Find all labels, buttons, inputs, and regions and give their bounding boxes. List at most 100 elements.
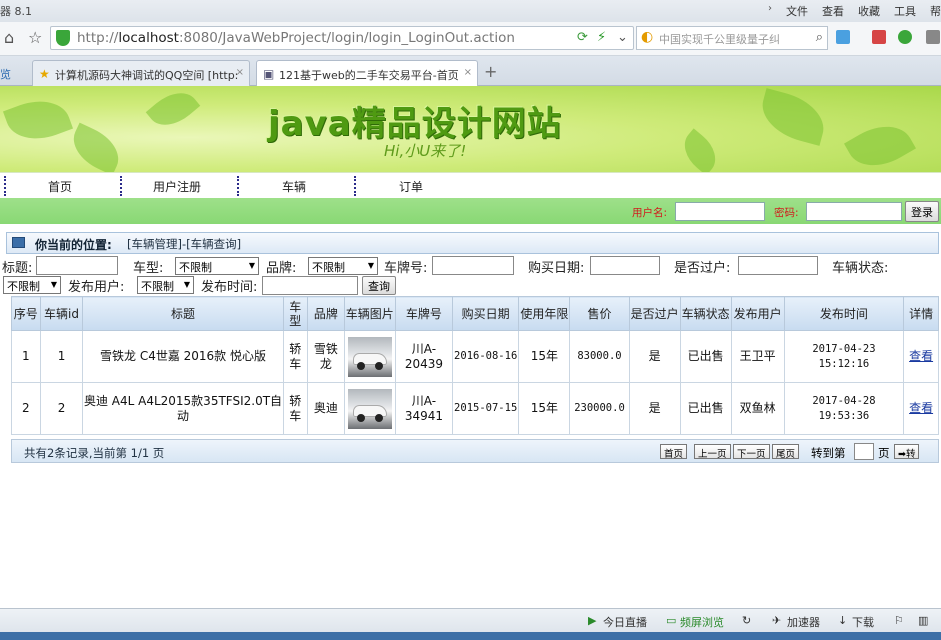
bookmark-icon[interactable]: ⚐ (894, 614, 904, 627)
query-button[interactable]: 查询 (362, 276, 396, 295)
filter-status-select[interactable]: 不限制 ▼ (3, 276, 61, 294)
tab-bar: 览 ★ 计算机源码大神调试的QQ空间 [http: × ▣ 121基于web的二… (0, 56, 941, 86)
accelerator-link[interactable]: 加速器 (787, 614, 820, 630)
screen-icon: ▭ (666, 614, 677, 627)
header-plate: 车牌号 (394, 296, 453, 331)
page-icon: ▣ (263, 67, 275, 81)
cell-type: 轿车 (282, 382, 309, 435)
cell-buy-date: 2015-07-15 (451, 382, 520, 435)
nav-register[interactable]: 用户注册 (153, 178, 201, 195)
filter-brand-select[interactable]: 不限制 ▼ (308, 257, 378, 275)
menu-tools[interactable]: 工具 (894, 3, 916, 19)
header-type: 车型 (282, 296, 309, 331)
first-page-button[interactable]: 首页 (660, 444, 688, 460)
cell-id: 2 (39, 382, 84, 435)
chevron-down-icon[interactable]: ⌄ (617, 30, 628, 45)
menu-view[interactable]: 查看 (822, 3, 844, 19)
cell-publisher: 王卫平 (730, 330, 785, 383)
header-brand: 品牌 (307, 296, 345, 331)
home-icon[interactable]: ⌂ (4, 28, 14, 47)
screen-link[interactable]: 频屏浏览 (680, 614, 724, 630)
address-bar: ⌂ ☆ http://localhost:8080/JavaWebProject… (0, 22, 941, 56)
filter-buy-date-label: 购买日期: (528, 261, 585, 276)
nav-orders[interactable]: 订单 (399, 178, 423, 195)
tab-qq-space[interactable]: ★ 计算机源码大神调试的QQ空间 [http: × (32, 60, 250, 86)
tab-label: 121基于web的二手车交易平台-首页 (279, 69, 459, 82)
next-page-button[interactable]: 下一页 (733, 444, 770, 460)
filter-publish-time-input[interactable] (262, 276, 358, 295)
cell-transferred: 是 (628, 330, 681, 383)
cell-buy-date: 2016-08-16 (451, 330, 520, 383)
pagination-bar: 共有2条记录,当前第 1/1 页 首页 上一页 下一页 尾页 转到第 页 ➡转 (11, 439, 939, 463)
guard-icon[interactable] (898, 30, 912, 44)
live-link[interactable]: 今日直播 (603, 614, 647, 630)
close-icon[interactable]: × (464, 67, 472, 78)
cell-brand: 奥迪 (307, 382, 345, 435)
reader-icon[interactable] (872, 30, 886, 44)
chevron-right-icon[interactable]: › (768, 3, 772, 19)
goto-page-input[interactable] (854, 443, 874, 460)
refresh-icon[interactable]: ⟳ (577, 30, 588, 45)
filter-publisher-select[interactable]: 不限制 ▼ (137, 276, 194, 294)
download-link[interactable]: 下载 (852, 614, 874, 630)
apps-icon[interactable] (836, 30, 850, 44)
login-button[interactable]: 登录 (905, 201, 939, 222)
star-icon[interactable]: ☆ (28, 28, 42, 47)
tab-partial[interactable]: 览 (0, 66, 11, 82)
nav-home[interactable]: 首页 (48, 178, 72, 195)
tab-car-platform[interactable]: ▣ 121基于web的二手车交易平台-首页 × (256, 60, 478, 86)
filter-publisher-label: 发布用户: (68, 280, 125, 295)
filter-plate-input[interactable] (432, 256, 514, 275)
search-engine-icon: ◐ (641, 29, 654, 45)
cell-plate: 川A-34941 (394, 382, 453, 435)
filter-title-label: 标题: (2, 261, 33, 276)
url-input[interactable]: http://localhost:8080/JavaWebProject/log… (50, 26, 634, 50)
cell-plate: 川A-20439 (394, 330, 453, 383)
table-row: 1 1 雪铁龙 C4世嘉 2016款 悦心版 轿车 雪铁龙 川A-20439 2… (11, 330, 939, 383)
new-tab-icon[interactable]: + (484, 62, 497, 81)
filter-type-select[interactable]: 不限制 ▼ (175, 257, 259, 275)
os-taskbar (0, 632, 941, 640)
menu-favorites[interactable]: 收藏 (858, 3, 880, 19)
window-icon (12, 237, 25, 248)
url-text[interactable]: http://localhost:8080/JavaWebProject/log… (77, 30, 515, 46)
lightning-icon[interactable]: ⚡ (597, 30, 606, 45)
search-input[interactable]: ◐ 中国实现千公里级量子纠 ⌕ (636, 26, 828, 50)
goto-button[interactable]: ➡转 (894, 444, 920, 460)
filter-title-input[interactable] (36, 256, 118, 275)
close-icon[interactable]: × (236, 67, 244, 78)
play-icon: ▶ (588, 614, 597, 627)
site-subtitle: Hi,小U来了! (384, 142, 467, 160)
page-label: 页 (878, 446, 890, 460)
cell-seq: 2 (11, 382, 41, 435)
filter-transferred-label: 是否过户: (674, 261, 731, 276)
view-detail-link[interactable]: 查看 (909, 401, 933, 415)
search-icon[interactable]: ⌕ (816, 30, 823, 45)
view-detail-link[interactable]: 查看 (909, 349, 933, 363)
login-bar: 用户名: 密码: 登录 (0, 198, 941, 224)
site-banner: java精品设计网站 Hi,小U来了! (0, 86, 941, 172)
menu-help[interactable]: 帮 (930, 3, 941, 19)
filter-buy-date-input[interactable] (590, 256, 660, 275)
password-input[interactable] (806, 202, 902, 221)
nav-vehicles[interactable]: 车辆 (282, 178, 306, 195)
filter-transferred-input[interactable] (738, 256, 818, 275)
header-buy-date: 购买日期 (451, 296, 520, 331)
layout-icon[interactable]: ▥ (918, 614, 928, 627)
header-photo: 车辆图片 (343, 296, 396, 331)
last-page-button[interactable]: 尾页 (772, 444, 800, 460)
refresh-icon[interactable]: ↻ (742, 614, 751, 627)
chevron-down-icon: ▼ (248, 261, 255, 270)
table-header-row: 序号 车辆id 标题 车型 品牌 车辆图片 车牌号 购买日期 使用年限 售价 是… (11, 296, 939, 331)
browser-titlebar: 器 8.1 › 文件 查看 收藏 工具 帮 (0, 0, 941, 22)
rocket-icon: ✈ (772, 614, 782, 627)
chevron-down-icon: ▼ (50, 280, 57, 289)
prev-page-button[interactable]: 上一页 (694, 444, 731, 460)
password-label: 密码: (774, 207, 799, 219)
tab-label: 计算机源码大神调试的QQ空间 [http: (55, 69, 239, 82)
chevron-down-icon: ▼ (367, 261, 374, 270)
menu-file[interactable]: 文件 (786, 3, 808, 19)
more-icon[interactable] (926, 30, 940, 44)
username-input[interactable] (675, 202, 765, 221)
cell-years: 15年 (518, 330, 571, 383)
